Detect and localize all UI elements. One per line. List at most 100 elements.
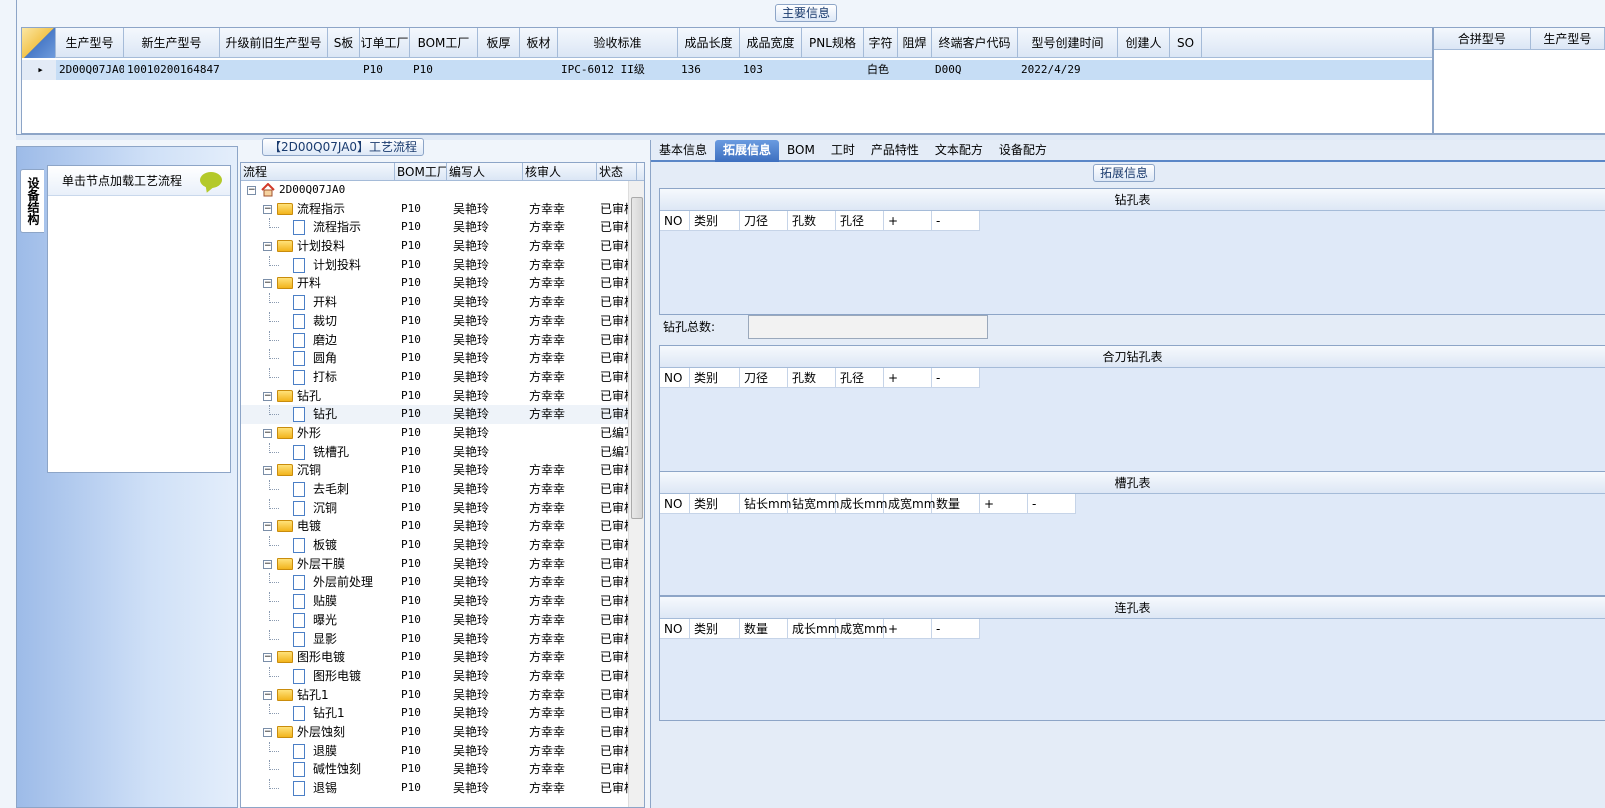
tree-row[interactable]: − 钻孔 P10 吴艳玲 方幸幸 已审核 xyxy=(241,387,644,406)
main-col-8[interactable]: 验收标准 xyxy=(558,28,678,58)
tree-node-cell[interactable]: − 沉铜 xyxy=(241,461,395,480)
tree-writer-cell[interactable]: 吴艳玲 xyxy=(447,312,523,331)
col-writer[interactable]: 编写人 xyxy=(447,163,523,181)
main-col-16[interactable]: 创建人 xyxy=(1118,28,1170,58)
tree-writer-cell[interactable]: 吴艳玲 xyxy=(447,331,523,350)
tree-row[interactable]: − 沉铜 P10 吴艳玲 方幸幸 已审核 xyxy=(241,461,644,480)
collapse-icon[interactable]: − xyxy=(263,242,272,252)
tree-checker-cell[interactable]: 方幸幸 xyxy=(523,274,597,293)
tree-node-cell[interactable]: 钻孔 xyxy=(241,405,395,424)
tree-bom-cell[interactable]: P10 xyxy=(395,536,447,555)
main-cell-9[interactable]: 136 xyxy=(678,60,740,80)
tree-node-cell[interactable]: 板镀 xyxy=(241,536,395,555)
tree-row[interactable]: − 外形 P10 吴艳玲 已编写 xyxy=(241,424,644,443)
tree-node-cell[interactable]: 沉铜 xyxy=(241,498,395,518)
tree-checker-cell[interactable]: 方幸幸 xyxy=(523,499,597,518)
tree-checker-cell[interactable]: 方幸幸 xyxy=(523,293,597,312)
tree-writer-cell[interactable]: 吴艳玲 xyxy=(447,704,523,723)
tree-bom-cell[interactable]: P10 xyxy=(395,760,447,779)
tree-row[interactable]: − 计划投料 P10 吴艳玲 方幸幸 已审核 xyxy=(241,237,644,256)
tree-writer-cell[interactable]: 吴艳玲 xyxy=(447,723,523,742)
tree-node-cell[interactable]: 开料 xyxy=(241,293,395,312)
tree-node-cell[interactable]: 图形电镀 xyxy=(241,666,395,686)
tree-node-cell[interactable]: − 电镀 xyxy=(241,517,395,536)
tree-writer-cell[interactable]: 吴艳玲 xyxy=(447,368,523,387)
tree-row[interactable]: 计划投料 P10 吴艳玲 方幸幸 已审核 xyxy=(241,255,644,275)
tree-bom-cell[interactable]: P10 xyxy=(395,293,447,312)
tree-writer-cell[interactable]: 吴艳玲 xyxy=(447,667,523,686)
tree-row[interactable]: − 外层干膜 P10 吴艳玲 方幸幸 已审核 xyxy=(241,555,644,574)
main-col-6[interactable]: 板厚 xyxy=(478,28,520,58)
tree-writer-cell[interactable]: 吴艳玲 xyxy=(447,293,523,312)
tree-bom-cell[interactable]: P10 xyxy=(395,723,447,742)
tree-checker-cell[interactable]: 方幸幸 xyxy=(523,200,597,219)
tree-node-cell[interactable]: 外层前处理 xyxy=(241,573,395,592)
main-cell-5[interactable]: P10 xyxy=(410,60,478,80)
tree-checker-cell[interactable]: 方幸幸 xyxy=(523,686,597,705)
tree-bom-cell[interactable] xyxy=(395,181,447,200)
add-row-button[interactable]: + xyxy=(884,211,932,231)
collapse-icon[interactable]: − xyxy=(263,391,272,401)
main-cell-12[interactable]: 白色 xyxy=(864,60,898,80)
collapse-icon[interactable]: − xyxy=(263,204,272,214)
col-status[interactable]: 状态 xyxy=(597,163,637,181)
main-cell-8[interactable]: IPC-6012 II级 xyxy=(558,60,678,80)
tree-writer-cell[interactable]: 吴艳玲 xyxy=(447,779,523,798)
tab-2[interactable]: BOM xyxy=(779,140,823,162)
tree-checker-cell[interactable]: 方幸幸 xyxy=(523,218,597,237)
tree-writer-cell[interactable]: 吴艳玲 xyxy=(447,480,523,499)
tab-4[interactable]: 产品特性 xyxy=(863,140,927,162)
tree-row[interactable]: 外层前处理 P10 吴艳玲 方幸幸 已审核 xyxy=(241,573,644,592)
tree-writer-cell[interactable]: 吴艳玲 xyxy=(447,218,523,237)
main-cell-16[interactable] xyxy=(1118,60,1170,80)
tree-writer-cell[interactable]: 吴艳玲 xyxy=(447,387,523,406)
remove-row-button[interactable]: - xyxy=(932,368,980,388)
tree-writer-cell[interactable]: 吴艳玲 xyxy=(447,443,523,462)
main-col-2[interactable]: 升级前旧生产型号 xyxy=(220,28,328,58)
main-cell-14[interactable]: D00Q xyxy=(932,60,1018,80)
main-col-4[interactable]: 订单工厂 xyxy=(360,28,410,58)
tree-node-cell[interactable]: − 外层干膜 xyxy=(241,555,395,574)
tree-writer-cell[interactable]: 吴艳玲 xyxy=(447,237,523,256)
tree-writer-cell[interactable]: 吴艳玲 xyxy=(447,405,523,424)
col-process[interactable]: 流程 xyxy=(241,163,395,181)
tree-row[interactable]: − 钻孔1 P10 吴艳玲 方幸幸 已审核 xyxy=(241,686,644,705)
collapse-icon[interactable]: − xyxy=(263,559,272,569)
tree-writer-cell[interactable]: 吴艳玲 xyxy=(447,424,523,443)
tree-row[interactable]: 板镀 P10 吴艳玲 方幸幸 已审核 xyxy=(241,536,644,555)
tree-writer-cell[interactable]: 吴艳玲 xyxy=(447,274,523,293)
tree-checker-cell[interactable]: 方幸幸 xyxy=(523,256,597,275)
grid-select-all-corner[interactable] xyxy=(22,28,56,58)
collapse-icon[interactable]: − xyxy=(263,428,272,438)
tab-1[interactable]: 拓展信息 xyxy=(715,140,780,162)
tree-node-cell[interactable]: 曝光 xyxy=(241,610,395,630)
main-col-11[interactable]: PNL规格 xyxy=(802,28,864,58)
tree-checker-cell[interactable]: 方幸幸 xyxy=(523,237,597,256)
add-row-button[interactable]: + xyxy=(884,619,932,639)
tree-node-cell[interactable]: − 钻孔 xyxy=(241,387,395,406)
link-hole-table[interactable]: 连孔表 NO 类别 数量 成长mm 成宽mm + - xyxy=(659,596,1605,721)
tree-checker-cell[interactable]: 方幸幸 xyxy=(523,555,597,574)
tree-node-cell[interactable]: 退锡 xyxy=(241,779,395,798)
tree-checker-cell[interactable]: 方幸幸 xyxy=(523,648,597,667)
tree-bom-cell[interactable]: P10 xyxy=(395,200,447,219)
tree-writer-cell[interactable]: 吴艳玲 xyxy=(447,611,523,630)
tree-bom-cell[interactable]: P10 xyxy=(395,742,447,761)
tree-node-cell[interactable]: 铣槽孔 xyxy=(241,442,395,462)
tree-writer-cell[interactable]: 吴艳玲 xyxy=(447,592,523,611)
main-cell-15[interactable]: 2022/4/29 xyxy=(1018,60,1118,80)
tree-row[interactable]: 铣槽孔 P10 吴艳玲 已编写 xyxy=(241,442,644,462)
tree-bom-cell[interactable]: P10 xyxy=(395,349,447,368)
tree-node-cell[interactable]: 碱性蚀刻 xyxy=(241,760,395,779)
tree-writer-cell[interactable]: 吴艳玲 xyxy=(447,461,523,480)
tree-row[interactable]: 流程指示 P10 吴艳玲 方幸幸 已审核 xyxy=(241,218,644,237)
tree-node-cell[interactable]: − 开料 xyxy=(241,274,395,293)
main-cell-13[interactable] xyxy=(898,60,932,80)
tree-node-cell[interactable]: − 图形电镀 xyxy=(241,648,395,667)
tree-checker-cell[interactable]: 方幸幸 xyxy=(523,368,597,387)
vtab-equipment-structure[interactable]: 设备结构 xyxy=(20,169,44,233)
tree-bom-cell[interactable]: P10 xyxy=(395,387,447,406)
add-row-button[interactable]: + xyxy=(980,494,1028,514)
main-cell-6[interactable] xyxy=(478,60,520,80)
tree-writer-cell[interactable]: 吴艳玲 xyxy=(447,200,523,219)
